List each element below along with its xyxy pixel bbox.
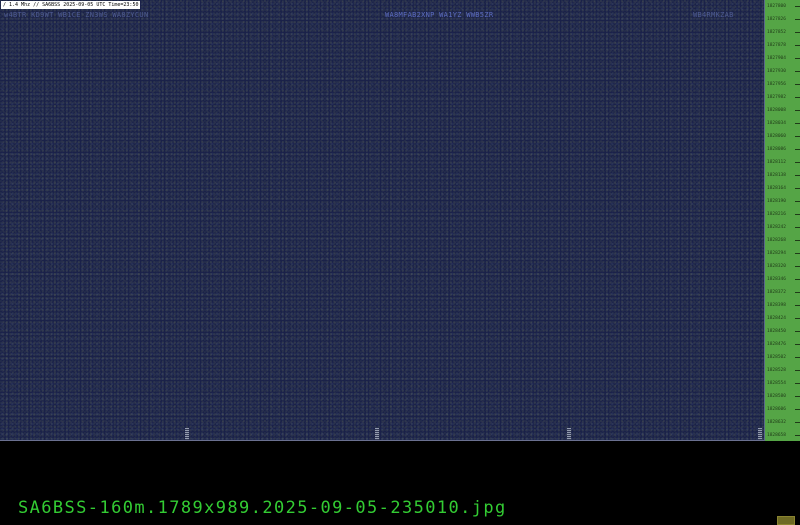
scale-label: 1828086 <box>765 143 800 156</box>
filename-caption: SA6BSS-160m.1789x989.2025-09-05-235010.j… <box>18 498 507 518</box>
size-badge <box>777 516 795 525</box>
scale-label: 1828112 <box>765 156 800 169</box>
scale-label: 1828190 <box>765 195 800 208</box>
frequency-scale: 1827800 1827826 1827852 1827878 1827904 18279… <box>765 0 800 441</box>
scale-label: 1827826 <box>765 13 800 26</box>
scale-label: 1827852 <box>765 26 800 39</box>
time-marker <box>185 428 189 440</box>
callsign-group: w4BTR KD9WT WB1CE ZN3WS WA8ZYCUN <box>4 11 149 19</box>
scale-label: 1828034 <box>765 117 800 130</box>
scale-label: 1828372 <box>765 286 800 299</box>
waterfall-display: / 1.4 Mhz // SA6BSS 2025-09-05 UTC Time=… <box>0 0 765 441</box>
scale-label: 1828502 <box>765 351 800 364</box>
scale-label: 1828606 <box>765 403 800 416</box>
scale-label: 1827878 <box>765 39 800 52</box>
time-marker <box>375 428 379 440</box>
scale-label: 1828060 <box>765 130 800 143</box>
scale-label: 1828476 <box>765 338 800 351</box>
scale-label: 1827956 <box>765 78 800 91</box>
scale-label: 1827800 <box>765 0 800 13</box>
scale-label: 1828242 <box>765 221 800 234</box>
scale-label: 1828008 <box>765 104 800 117</box>
scale-label: 1827904 <box>765 52 800 65</box>
image-viewer: / 1.4 Mhz // SA6BSS 2025-09-05 UTC Time=… <box>0 0 800 525</box>
scale-label: 1828138 <box>765 169 800 182</box>
scale-label: 1828580 <box>765 390 800 403</box>
scale-label: 1828528 <box>765 364 800 377</box>
callsign-group: WA8MFAB2XNP WA1YZ WWB5ZR <box>385 11 494 19</box>
scale-label: 1828398 <box>765 299 800 312</box>
scale-label: 1828424 <box>765 312 800 325</box>
scale-label: 1828658 <box>765 429 800 442</box>
scale-label: 1827930 <box>765 65 800 78</box>
scale-label: 1828554 <box>765 377 800 390</box>
scale-label: 1828164 <box>765 182 800 195</box>
scale-label: 1828268 <box>765 234 800 247</box>
time-marker <box>567 428 571 440</box>
scale-label: 1828294 <box>765 247 800 260</box>
callsign-group: WB4RMKZAB <box>693 11 734 19</box>
scale-label: 1828450 <box>765 325 800 338</box>
scale-label: 1828632 <box>765 416 800 429</box>
info-label: / 1.4 Mhz // SA6BSS 2025-09-05 UTC Time=… <box>1 1 141 9</box>
scale-label: 1827982 <box>765 91 800 104</box>
time-marker <box>758 428 762 440</box>
scale-label: 1828320 <box>765 260 800 273</box>
scale-label: 1828346 <box>765 273 800 286</box>
scale-label: 1828216 <box>765 208 800 221</box>
